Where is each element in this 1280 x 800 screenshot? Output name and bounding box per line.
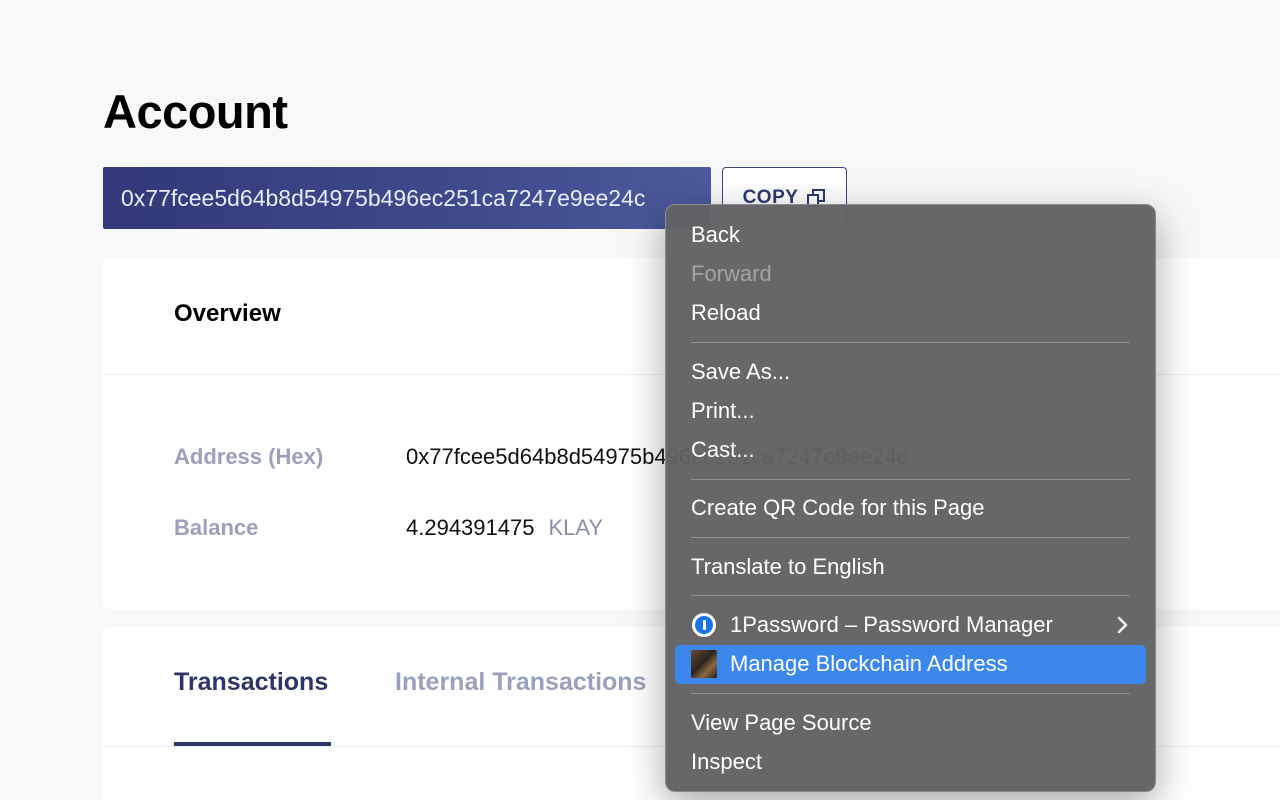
menu-item-inspect[interactable]: Inspect	[666, 742, 1155, 781]
menu-item-translate[interactable]: Translate to English	[666, 547, 1155, 586]
menu-item-1password[interactable]: 1Password – Password Manager	[666, 605, 1155, 644]
menu-item-reload[interactable]: Reload	[666, 294, 1155, 333]
menu-item-manage-blockchain-address-label: Manage Blockchain Address	[730, 651, 1008, 677]
account-address-display[interactable]: 0x77fcee5d64b8d54975b496ec251ca7247e9ee2…	[103, 167, 711, 229]
address-hex-label: Address (Hex)	[174, 444, 324, 469]
balance-unit: KLAY	[548, 515, 604, 540]
menu-item-create-qr-code[interactable]: Create QR Code for this Page	[666, 489, 1155, 528]
tab-transactions[interactable]: Transactions	[174, 668, 328, 697]
account-address-text[interactable]: 0x77fcee5d64b8d54975b496ec251ca7247e9ee2…	[121, 185, 645, 212]
overview-title: Overview	[174, 300, 281, 327]
balance-value: 4.294391475 KLAY	[406, 515, 603, 541]
menu-item-manage-blockchain-address[interactable]: Manage Blockchain Address	[675, 644, 1146, 684]
menu-item-back[interactable]: Back	[666, 215, 1155, 254]
balance-label: Balance	[174, 515, 259, 540]
menu-item-view-page-source[interactable]: View Page Source	[666, 703, 1155, 742]
menu-separator	[691, 692, 1130, 694]
menu-item-cast[interactable]: Cast...	[666, 430, 1155, 469]
extension-thumbnail-icon	[691, 650, 717, 679]
1password-icon	[691, 612, 717, 638]
tab-internal-transactions[interactable]: Internal Transactions	[395, 668, 646, 697]
menu-separator	[691, 341, 1130, 343]
menu-item-1password-label: 1Password – Password Manager	[730, 612, 1053, 638]
menu-item-save-as[interactable]: Save As...	[666, 352, 1155, 391]
page: Account 0x77fcee5d64b8d54975b496ec251ca7…	[0, 0, 1280, 800]
menu-separator	[691, 595, 1130, 597]
menu-separator	[691, 478, 1130, 480]
menu-separator	[691, 537, 1130, 539]
balance-amount: 4.294391475	[406, 515, 535, 540]
page-title: Account	[103, 85, 288, 138]
chevron-right-icon	[1117, 616, 1128, 634]
context-menu: Back Forward Reload Save As... Print... …	[665, 204, 1156, 792]
menu-item-forward: Forward	[691, 260, 772, 286]
menu-item-print[interactable]: Print...	[666, 391, 1155, 430]
